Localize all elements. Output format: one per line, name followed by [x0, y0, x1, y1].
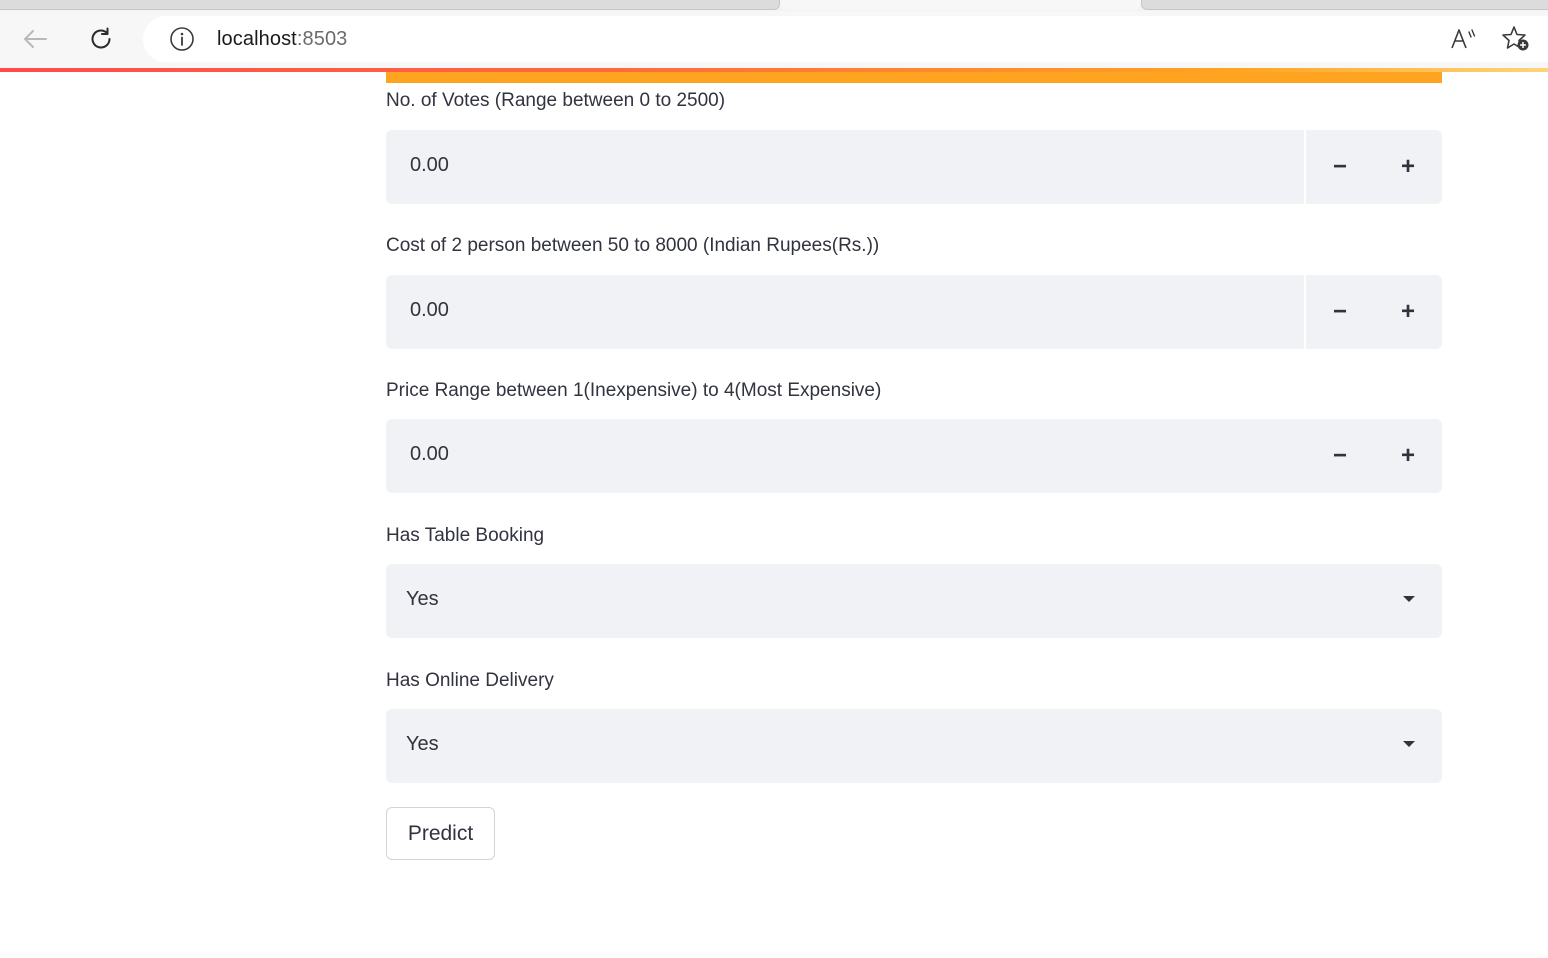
address-bar[interactable]: localhost:8503: [143, 16, 1548, 62]
chevron-down-icon[interactable]: [1402, 592, 1416, 606]
chevron-down-icon[interactable]: [1402, 737, 1416, 751]
reload-button[interactable]: [82, 21, 120, 57]
progress-bar: [386, 72, 1442, 83]
url-text[interactable]: localhost:8503: [217, 28, 347, 51]
price-range-decrement-button[interactable]: −: [1306, 419, 1374, 493]
favorite-add-icon[interactable]: [1501, 25, 1531, 53]
cost-value[interactable]: 0.00: [410, 299, 449, 322]
votes-increment-button[interactable]: +: [1374, 130, 1442, 204]
url-port: :8503: [296, 28, 348, 50]
votes-value[interactable]: 0.00: [410, 154, 449, 177]
online-delivery-select[interactable]: Yes: [386, 709, 1442, 783]
browser-toolbar: localhost:8503: [0, 11, 1548, 68]
info-icon[interactable]: [169, 26, 195, 52]
cost-number-input[interactable]: 0.00 − +: [386, 275, 1442, 349]
cost-label: Cost of 2 person between 50 to 8000 (Ind…: [386, 235, 880, 256]
browser-tab[interactable]: [0, 0, 780, 10]
table-booking-value: Yes: [406, 588, 439, 610]
back-button[interactable]: [16, 21, 54, 57]
price-range-increment-button[interactable]: +: [1374, 419, 1442, 493]
url-host: localhost: [217, 28, 297, 50]
browser-tab-active[interactable]: [780, 0, 1141, 10]
online-delivery-value: Yes: [406, 733, 439, 755]
table-booking-label: Has Table Booking: [386, 525, 545, 546]
browser-tab[interactable]: [1141, 0, 1548, 10]
back-arrow-icon: [24, 30, 47, 48]
online-delivery-label: Has Online Delivery: [386, 670, 554, 691]
cost-decrement-button[interactable]: −: [1306, 275, 1374, 349]
price-range-number-input[interactable]: 0.00 − +: [386, 419, 1442, 493]
votes-decrement-button[interactable]: −: [1306, 130, 1374, 204]
price-range-label: Price Range between 1(Inexpensive) to 4(…: [386, 380, 882, 401]
predict-button[interactable]: Predict: [386, 807, 495, 860]
read-aloud-icon[interactable]: [1449, 26, 1479, 52]
tab-strip: [0, 0, 1548, 11]
table-booking-select[interactable]: Yes: [386, 564, 1442, 638]
reload-icon: [91, 27, 111, 49]
votes-number-input[interactable]: 0.00 − +: [386, 130, 1442, 204]
cost-increment-button[interactable]: +: [1374, 275, 1442, 349]
price-range-value[interactable]: 0.00: [410, 443, 449, 466]
votes-label: No. of Votes (Range between 0 to 2500): [386, 90, 726, 111]
